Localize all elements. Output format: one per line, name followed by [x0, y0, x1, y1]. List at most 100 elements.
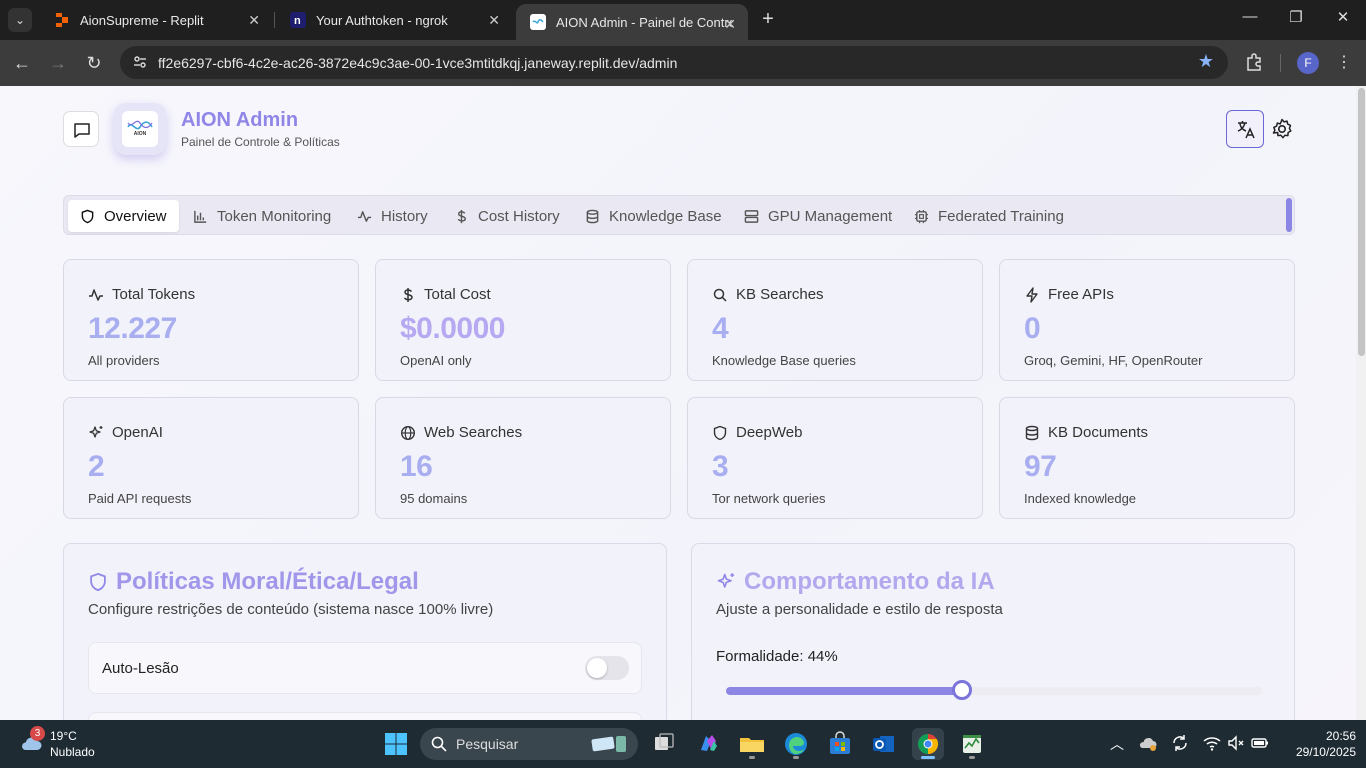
- close-tab-icon[interactable]: ✕: [248, 12, 260, 29]
- close-window-button[interactable]: ✕: [1331, 8, 1355, 26]
- profile-avatar[interactable]: F: [1297, 52, 1319, 74]
- browser-tab-replit[interactable]: AionSupreme - Replit ✕: [40, 0, 272, 40]
- store-app[interactable]: [824, 728, 856, 760]
- cpu-icon: [914, 209, 929, 223]
- onedrive-icon[interactable]: [1138, 733, 1158, 753]
- sync-icon[interactable]: [1170, 733, 1190, 753]
- clock-date[interactable]: 29/10/2025: [1286, 745, 1356, 759]
- task-view-app[interactable]: [648, 728, 680, 760]
- tab-label: Cost History: [478, 207, 560, 225]
- extensions-icon[interactable]: [1244, 52, 1264, 72]
- tab-search-button[interactable]: ⌄: [8, 8, 32, 32]
- stat-label: OpenAI: [112, 424, 163, 441]
- outlook-app[interactable]: [868, 728, 900, 760]
- weather-temperature: 19°C: [50, 729, 77, 743]
- tab-cost-history[interactable]: Cost History: [442, 200, 572, 232]
- m365-app[interactable]: [692, 728, 724, 760]
- site-settings-icon[interactable]: [132, 54, 148, 70]
- tab-federated-training[interactable]: Federated Training: [902, 200, 1076, 232]
- stat-value: 97: [1024, 450, 1057, 483]
- stat-label: Total Cost: [424, 286, 491, 303]
- stat-label: DeepWeb: [736, 424, 803, 441]
- tab-title: AionSupreme - Replit: [80, 12, 204, 28]
- tabs-scrollbar[interactable]: [1286, 198, 1292, 232]
- tab-label: Federated Training: [938, 207, 1064, 225]
- admin-page: AION AION Admin Painel de Controle & Pol…: [0, 86, 1366, 720]
- reload-button[interactable]: ↻: [82, 52, 106, 76]
- chrome-app[interactable]: [912, 728, 944, 760]
- stat-caption: Tor network queries: [712, 491, 826, 506]
- forward-button[interactable]: →: [46, 52, 70, 76]
- stat-label: KB Searches: [736, 286, 824, 303]
- logo-text: AION: [133, 131, 147, 137]
- windows-start-icon[interactable]: [384, 732, 408, 756]
- browser-toolbar: ← → ↻ ff2e6297-cbf6-4c2e-ac26-3872e4c9c3…: [0, 40, 1366, 86]
- stat-card-deepweb: DeepWeb 3 Tor network queries: [687, 397, 983, 519]
- clock-time[interactable]: 20:56: [1296, 729, 1356, 743]
- stat-caption: 95 domains: [400, 491, 468, 506]
- page-scrollbar[interactable]: [1356, 86, 1366, 720]
- tab-knowledge-base[interactable]: Knowledge Base: [573, 200, 734, 232]
- tab-gpu-management[interactable]: GPU Management: [732, 200, 904, 232]
- close-tab-icon[interactable]: ✕: [724, 16, 736, 33]
- gear-icon[interactable]: [1270, 117, 1294, 141]
- dollar-icon: [403, 287, 413, 302]
- stat-value: 3: [712, 450, 729, 483]
- browser-tab-aion-admin[interactable]: AION Admin - Painel de Controle ✕: [516, 4, 748, 40]
- slider-thumb[interactable]: [951, 680, 972, 700]
- ngrok-icon: n: [290, 12, 306, 28]
- new-tab-button[interactable]: +: [756, 8, 780, 32]
- policies-panel: Políticas Moral/Ética/Legal Configure re…: [63, 543, 667, 720]
- language-button[interactable]: [1226, 110, 1264, 148]
- back-button[interactable]: ←: [10, 52, 34, 76]
- policy-row-auto-lesao: Auto-Lesão: [88, 642, 642, 694]
- chat-button[interactable]: [63, 111, 99, 147]
- search-highlight-icon: [591, 736, 626, 752]
- browser-tab-ngrok[interactable]: n Your Authtoken - ngrok ✕: [276, 0, 512, 40]
- scrollbar-thumb[interactable]: [1358, 88, 1365, 356]
- show-hidden-icons[interactable]: ︿: [1110, 734, 1124, 754]
- running-indicator: [749, 756, 755, 759]
- tab-label: Token Monitoring: [217, 207, 332, 225]
- browser-menu-icon[interactable]: ⋮: [1336, 52, 1352, 72]
- wifi-icon[interactable]: [1202, 733, 1222, 753]
- minimize-button[interactable]: —: [1238, 8, 1262, 25]
- volume-muted-icon[interactable]: [1226, 733, 1246, 753]
- notification-badge: 3: [30, 726, 45, 741]
- toolbar-separator: [1280, 54, 1281, 72]
- bookmark-star-icon[interactable]: ★: [1198, 51, 1214, 72]
- stat-caption: Knowledge Base queries: [712, 353, 856, 368]
- stat-label: Free APIs: [1048, 286, 1114, 303]
- translate-icon: [1237, 121, 1255, 139]
- tab-label: History: [381, 207, 428, 225]
- policy-toggle[interactable]: [585, 656, 629, 680]
- close-tab-icon[interactable]: ✕: [488, 12, 500, 29]
- taskbar-search[interactable]: Pesquisar: [420, 728, 638, 760]
- stat-value: 4: [712, 312, 729, 345]
- stat-card-kb-documents: KB Documents 97 Indexed knowledge: [999, 397, 1295, 519]
- address-bar[interactable]: ff2e6297-cbf6-4c2e-ac26-3872e4c9c3ae-00-…: [120, 46, 1228, 79]
- restore-button[interactable]: ❐: [1284, 8, 1308, 26]
- slider-fill: [726, 687, 962, 695]
- tab-title: Your Authtoken - ngrok: [316, 12, 448, 28]
- battery-icon[interactable]: [1250, 733, 1270, 753]
- tab-label: GPU Management: [768, 207, 893, 225]
- formality-slider[interactable]: [726, 680, 1262, 700]
- shield-icon: [90, 572, 106, 592]
- stat-card-kb-searches: KB Searches 4 Knowledge Base queries: [687, 259, 983, 381]
- tab-overview[interactable]: Overview: [68, 200, 179, 232]
- database-icon: [586, 209, 599, 223]
- file-explorer-app[interactable]: [736, 728, 768, 760]
- edge-app[interactable]: [780, 728, 812, 760]
- tab-token-monitoring[interactable]: Token Monitoring: [181, 200, 343, 232]
- task-manager-app[interactable]: [956, 728, 988, 760]
- tab-separator: [274, 12, 275, 28]
- stat-card-total-tokens: Total Tokens 12.227 All providers: [63, 259, 359, 381]
- stat-value: 2: [88, 450, 105, 483]
- search-icon: [431, 736, 447, 752]
- policies-title: Políticas Moral/Ética/Legal: [116, 568, 419, 595]
- tab-history[interactable]: History: [345, 200, 440, 232]
- aion-logo: AION: [114, 103, 166, 155]
- policy-row-next: [88, 712, 642, 720]
- bar-chart-icon: [194, 210, 207, 223]
